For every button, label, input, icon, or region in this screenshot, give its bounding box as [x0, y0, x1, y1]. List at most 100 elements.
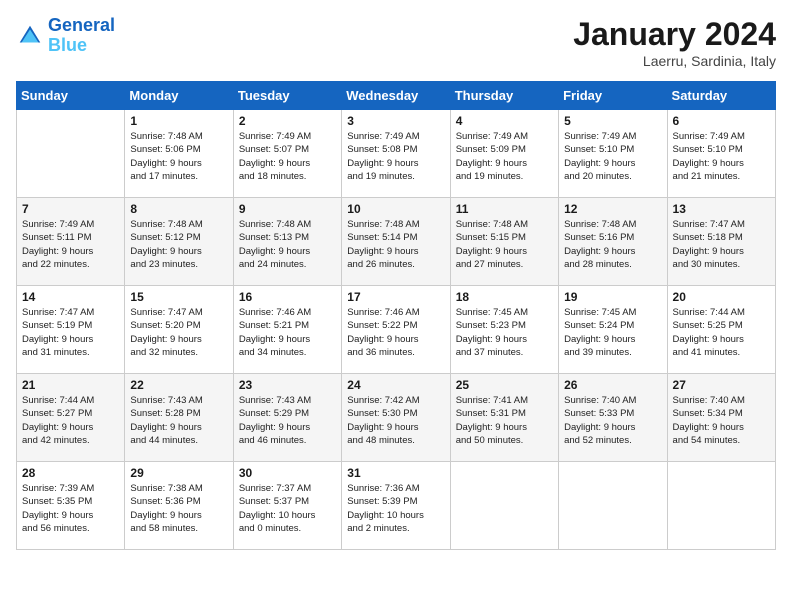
calendar-cell: 21 Sunrise: 7:44 AMSunset: 5:27 PMDayligh…: [17, 374, 125, 462]
calendar-cell: 30 Sunrise: 7:37 AMSunset: 5:37 PMDayligh…: [233, 462, 341, 550]
calendar-week-row: 21 Sunrise: 7:44 AMSunset: 5:27 PMDayligh…: [17, 374, 776, 462]
day-number: 19: [564, 290, 661, 304]
page-header: General Blue January 2024 Laerru, Sardin…: [16, 16, 776, 69]
calendar-cell: 15 Sunrise: 7:47 AMSunset: 5:20 PMDayligh…: [125, 286, 233, 374]
day-number: 3: [347, 114, 444, 128]
day-number: 1: [130, 114, 227, 128]
header-tuesday: Tuesday: [233, 82, 341, 110]
calendar-cell: 18Sunrise: 7:45 AMSunset: 5:23 PMDayligh…: [450, 286, 558, 374]
day-number: 24: [347, 378, 444, 392]
day-info: Sunrise: 7:37 AMSunset: 5:37 PMDaylight:…: [239, 482, 336, 535]
day-number: 17: [347, 290, 444, 304]
calendar-cell: 25Sunrise: 7:41 AMSunset: 5:31 PMDayligh…: [450, 374, 558, 462]
calendar-cell: 10 Sunrise: 7:48 AMSunset: 5:14 PMDayligh…: [342, 198, 450, 286]
day-info: Sunrise: 7:49 AMSunset: 5:10 PMDaylight:…: [564, 130, 661, 183]
header-wednesday: Wednesday: [342, 82, 450, 110]
header-friday: Friday: [559, 82, 667, 110]
day-number: 22: [130, 378, 227, 392]
title-block: January 2024 Laerru, Sardinia, Italy: [573, 16, 776, 69]
day-info: Sunrise: 7:36 AMSunset: 5:39 PMDaylight:…: [347, 482, 444, 535]
calendar-cell: 22 Sunrise: 7:43 AMSunset: 5:28 PMDayligh…: [125, 374, 233, 462]
calendar-cell: 14 Sunrise: 7:47 AMSunset: 5:19 PMDayligh…: [17, 286, 125, 374]
day-number: 11: [456, 202, 553, 216]
header-sunday: Sunday: [17, 82, 125, 110]
calendar-cell: 13Sunrise: 7:47 AMSunset: 5:18 PMDayligh…: [667, 198, 775, 286]
day-number: 20: [673, 290, 770, 304]
calendar-header-row: Sunday Monday Tuesday Wednesday Thursday…: [17, 82, 776, 110]
day-number: 21: [22, 378, 119, 392]
day-number: 7: [22, 202, 119, 216]
day-info: Sunrise: 7:48 AMSunset: 5:14 PMDaylight:…: [347, 218, 444, 271]
day-info: Sunrise: 7:43 AMSunset: 5:29 PMDaylight:…: [239, 394, 336, 447]
day-info: Sunrise: 7:48 AMSunset: 5:16 PMDaylight:…: [564, 218, 661, 271]
day-info: Sunrise: 7:39 AMSunset: 5:35 PMDaylight:…: [22, 482, 119, 535]
calendar-cell: [17, 110, 125, 198]
calendar-cell: 4 Sunrise: 7:49 AMSunset: 5:09 PMDaylight…: [450, 110, 558, 198]
day-number: 29: [130, 466, 227, 480]
day-info: Sunrise: 7:48 AMSunset: 5:15 PMDaylight:…: [456, 218, 553, 271]
calendar-cell: [667, 462, 775, 550]
day-info: Sunrise: 7:46 AMSunset: 5:22 PMDaylight:…: [347, 306, 444, 359]
day-info: Sunrise: 7:45 AMSunset: 5:23 PMDaylight:…: [456, 306, 553, 359]
calendar-cell: 28 Sunrise: 7:39 AMSunset: 5:35 PMDayligh…: [17, 462, 125, 550]
calendar-cell: 17 Sunrise: 7:46 AMSunset: 5:22 PMDayligh…: [342, 286, 450, 374]
day-number: 13: [673, 202, 770, 216]
calendar-cell: 20 Sunrise: 7:44 AMSunset: 5:25 PMDayligh…: [667, 286, 775, 374]
calendar-week-row: 1Sunrise: 7:48 AMSunset: 5:06 PMDaylight…: [17, 110, 776, 198]
header-monday: Monday: [125, 82, 233, 110]
calendar-cell: 7 Sunrise: 7:49 AMSunset: 5:11 PMDaylight…: [17, 198, 125, 286]
day-number: 28: [22, 466, 119, 480]
day-number: 25: [456, 378, 553, 392]
day-number: 10: [347, 202, 444, 216]
day-info: Sunrise: 7:42 AMSunset: 5:30 PMDaylight:…: [347, 394, 444, 447]
day-number: 6: [673, 114, 770, 128]
calendar-week-row: 7 Sunrise: 7:49 AMSunset: 5:11 PMDaylight…: [17, 198, 776, 286]
day-info: Sunrise: 7:40 AMSunset: 5:33 PMDaylight:…: [564, 394, 661, 447]
calendar-title: January 2024: [573, 16, 776, 53]
header-saturday: Saturday: [667, 82, 775, 110]
day-number: 5: [564, 114, 661, 128]
day-number: 14: [22, 290, 119, 304]
calendar-cell: 24 Sunrise: 7:42 AMSunset: 5:30 PMDayligh…: [342, 374, 450, 462]
calendar-cell: 12Sunrise: 7:48 AMSunset: 5:16 PMDayligh…: [559, 198, 667, 286]
day-info: Sunrise: 7:47 AMSunset: 5:20 PMDaylight:…: [130, 306, 227, 359]
day-info: Sunrise: 7:49 AMSunset: 5:11 PMDaylight:…: [22, 218, 119, 271]
day-number: 2: [239, 114, 336, 128]
day-info: Sunrise: 7:49 AMSunset: 5:10 PMDaylight:…: [673, 130, 770, 183]
day-number: 4: [456, 114, 553, 128]
day-info: Sunrise: 7:48 AMSunset: 5:12 PMDaylight:…: [130, 218, 227, 271]
calendar-cell: 2 Sunrise: 7:49 AMSunset: 5:07 PMDaylight…: [233, 110, 341, 198]
calendar-cell: 27Sunrise: 7:40 AMSunset: 5:34 PMDayligh…: [667, 374, 775, 462]
calendar-subtitle: Laerru, Sardinia, Italy: [573, 53, 776, 69]
day-info: Sunrise: 7:49 AMSunset: 5:09 PMDaylight:…: [456, 130, 553, 183]
day-info: Sunrise: 7:44 AMSunset: 5:27 PMDaylight:…: [22, 394, 119, 447]
logo-text: General Blue: [48, 16, 115, 56]
calendar-table: Sunday Monday Tuesday Wednesday Thursday…: [16, 81, 776, 550]
day-info: Sunrise: 7:44 AMSunset: 5:25 PMDaylight:…: [673, 306, 770, 359]
calendar-cell: 9Sunrise: 7:48 AMSunset: 5:13 PMDaylight…: [233, 198, 341, 286]
calendar-cell: 5 Sunrise: 7:49 AMSunset: 5:10 PMDaylight…: [559, 110, 667, 198]
calendar-cell: 1Sunrise: 7:48 AMSunset: 5:06 PMDaylight…: [125, 110, 233, 198]
logo: General Blue: [16, 16, 115, 56]
calendar-cell: 8Sunrise: 7:48 AMSunset: 5:12 PMDaylight…: [125, 198, 233, 286]
calendar-cell: 16Sunrise: 7:46 AMSunset: 5:21 PMDayligh…: [233, 286, 341, 374]
calendar-cell: 31Sunrise: 7:36 AMSunset: 5:39 PMDayligh…: [342, 462, 450, 550]
calendar-cell: 6 Sunrise: 7:49 AMSunset: 5:10 PMDaylight…: [667, 110, 775, 198]
day-number: 26: [564, 378, 661, 392]
day-info: Sunrise: 7:38 AMSunset: 5:36 PMDaylight:…: [130, 482, 227, 535]
calendar-cell: 26 Sunrise: 7:40 AMSunset: 5:33 PMDayligh…: [559, 374, 667, 462]
day-info: Sunrise: 7:47 AMSunset: 5:19 PMDaylight:…: [22, 306, 119, 359]
calendar-cell: 23 Sunrise: 7:43 AMSunset: 5:29 PMDayligh…: [233, 374, 341, 462]
header-thursday: Thursday: [450, 82, 558, 110]
day-info: Sunrise: 7:40 AMSunset: 5:34 PMDaylight:…: [673, 394, 770, 447]
day-info: Sunrise: 7:49 AMSunset: 5:08 PMDaylight:…: [347, 130, 444, 183]
day-number: 30: [239, 466, 336, 480]
calendar-cell: 11 Sunrise: 7:48 AMSunset: 5:15 PMDayligh…: [450, 198, 558, 286]
day-number: 15: [130, 290, 227, 304]
day-info: Sunrise: 7:46 AMSunset: 5:21 PMDaylight:…: [239, 306, 336, 359]
calendar-week-row: 14 Sunrise: 7:47 AMSunset: 5:19 PMDayligh…: [17, 286, 776, 374]
day-info: Sunrise: 7:49 AMSunset: 5:07 PMDaylight:…: [239, 130, 336, 183]
calendar-cell: [559, 462, 667, 550]
day-info: Sunrise: 7:43 AMSunset: 5:28 PMDaylight:…: [130, 394, 227, 447]
day-number: 23: [239, 378, 336, 392]
